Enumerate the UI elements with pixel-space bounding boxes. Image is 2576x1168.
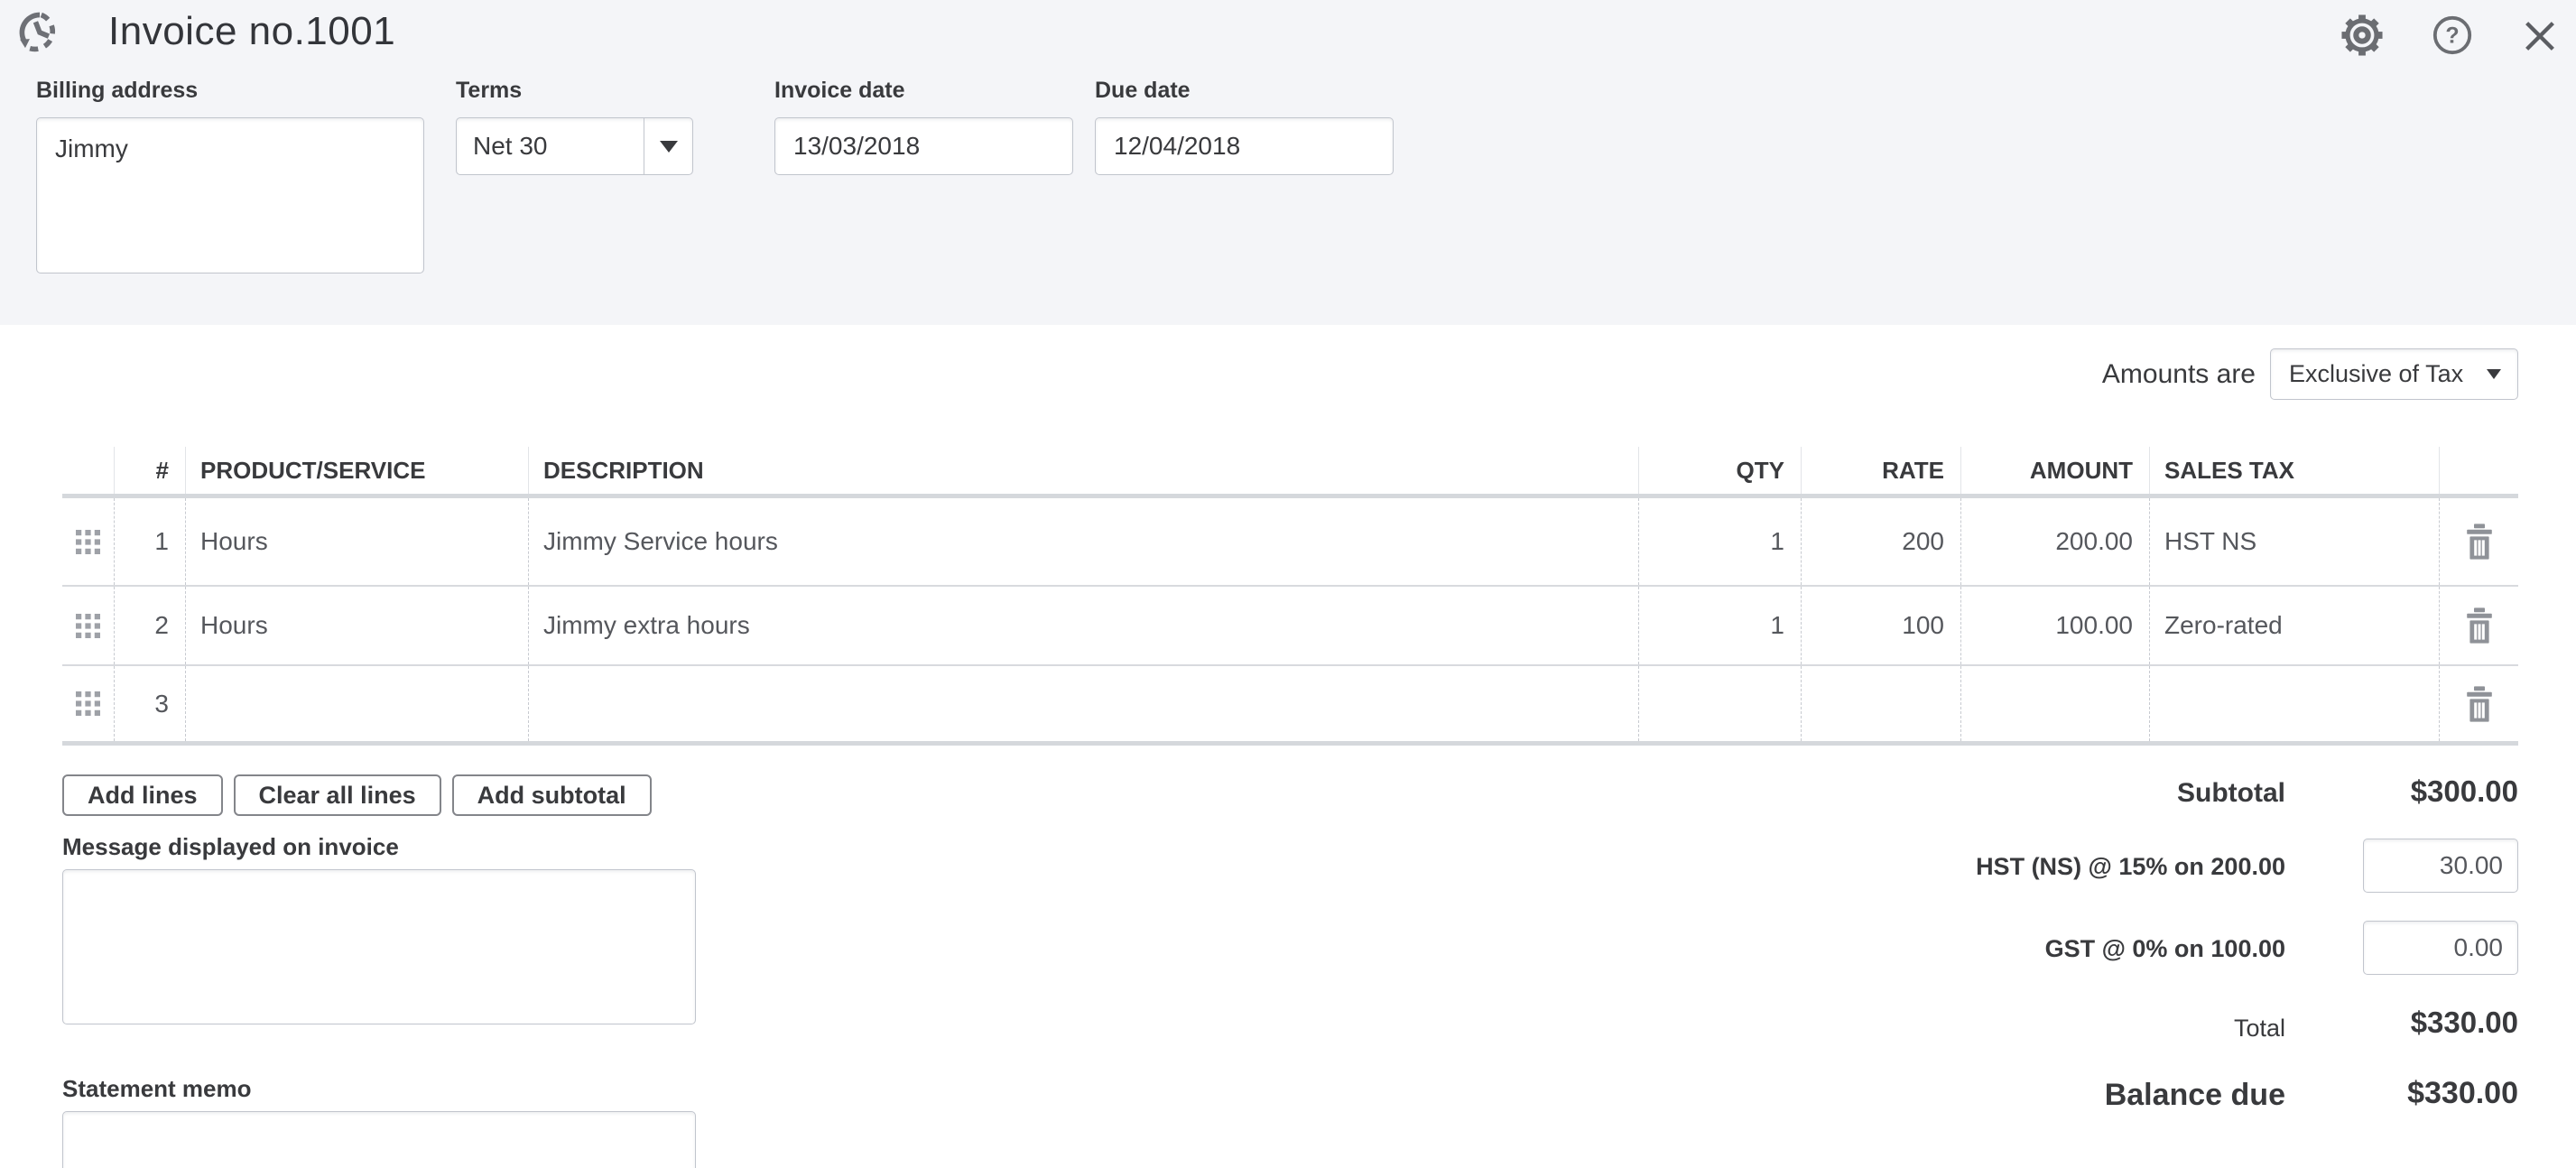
total-value: $330.00: [2411, 1006, 2518, 1040]
trash-icon: [2464, 686, 2495, 722]
svg-text:?: ?: [2445, 23, 2459, 48]
cell-line-number: 1: [115, 498, 186, 585]
subtotal-label: Subtotal: [2177, 778, 2285, 809]
cell-amount[interactable]: 200.00: [1961, 498, 2150, 585]
amounts-are-select[interactable]: Exclusive of Tax: [2270, 348, 2518, 400]
table-actions: Add lines Clear all lines Add subtotal: [62, 774, 652, 816]
terms-select[interactable]: Net 30: [456, 117, 693, 175]
column-header-description: DESCRIPTION: [529, 447, 1639, 494]
cell-rate[interactable]: 200: [1802, 498, 1961, 585]
column-header-amount: AMOUNT: [1961, 447, 2150, 494]
invoice-header-section: Invoice no.1001 ?: [0, 0, 2576, 325]
delete-line-button[interactable]: [2440, 666, 2518, 741]
cell-description[interactable]: Jimmy extra hours: [529, 587, 1639, 664]
amounts-are-row: Amounts are Exclusive of Tax: [2102, 348, 2518, 400]
delete-line-button[interactable]: [2440, 587, 2518, 664]
cell-product-service[interactable]: [186, 666, 529, 741]
close-icon: [2519, 15, 2561, 57]
cell-line-number: 2: [115, 587, 186, 664]
table-row: 1 Hours Jimmy Service hours 1 200 200.00…: [62, 498, 2518, 587]
table-row: 2 Hours Jimmy extra hours 1 100 100.00 Z…: [62, 587, 2518, 666]
cell-description[interactable]: Jimmy Service hours: [529, 498, 1639, 585]
table-row: 3: [62, 666, 2518, 746]
help-button[interactable]: ?: [2430, 13, 2475, 58]
amounts-are-selected-value: Exclusive of Tax: [2271, 360, 2487, 388]
terms-selected-value: Net 30: [457, 132, 644, 161]
message-label: Message displayed on invoice: [62, 833, 399, 861]
column-header-product: PRODUCT/SERVICE: [186, 447, 529, 494]
due-date-input[interactable]: [1095, 117, 1394, 175]
cell-sales-tax[interactable]: [2150, 666, 2440, 741]
trash-icon: [2464, 607, 2495, 644]
column-header-sales-tax: SALES TAX: [2150, 447, 2440, 494]
row-drag-handle[interactable]: [62, 587, 115, 664]
column-header-num: #: [115, 447, 186, 494]
clear-all-lines-button[interactable]: Clear all lines: [234, 774, 441, 816]
chevron-down-icon: [660, 141, 678, 153]
cell-rate[interactable]: 100: [1802, 587, 1961, 664]
recent-transactions-button[interactable]: [14, 7, 65, 58]
cell-sales-tax[interactable]: Zero-rated: [2150, 587, 2440, 664]
cell-product-service[interactable]: Hours: [186, 587, 529, 664]
message-field[interactable]: [62, 869, 696, 1024]
cell-sales-tax[interactable]: HST NS: [2150, 498, 2440, 585]
delete-line-button[interactable]: [2440, 498, 2518, 585]
billing-address-label: Billing address: [36, 78, 198, 104]
balance-due-label: Balance due: [2105, 1078, 2285, 1113]
trash-icon: [2464, 524, 2495, 560]
row-drag-handle[interactable]: [62, 666, 115, 741]
statement-memo-label: Statement memo: [62, 1075, 252, 1103]
cell-line-number: 3: [115, 666, 186, 741]
statement-memo-field[interactable]: [62, 1111, 696, 1168]
close-button[interactable]: [2518, 14, 2562, 58]
cell-rate[interactable]: [1802, 666, 1961, 741]
balance-due-value: $330.00: [2407, 1076, 2518, 1111]
gst-amount-input[interactable]: [2363, 921, 2518, 975]
cell-product-service[interactable]: Hours: [186, 498, 529, 585]
terms-dropdown-arrow[interactable]: [644, 118, 692, 174]
history-clock-icon: [16, 9, 63, 56]
cell-qty[interactable]: 1: [1639, 587, 1802, 664]
cell-qty[interactable]: [1639, 666, 1802, 741]
column-header-qty: QTY: [1639, 447, 1802, 494]
billing-address-field[interactable]: Jimmy: [36, 117, 424, 273]
help-icon: ?: [2431, 14, 2474, 57]
row-drag-handle[interactable]: [62, 498, 115, 585]
add-subtotal-button[interactable]: Add subtotal: [452, 774, 652, 816]
drag-grip-icon: [76, 530, 100, 554]
invoice-date-input[interactable]: [774, 117, 1073, 175]
amounts-are-label: Amounts are: [2102, 359, 2256, 390]
trash-column-header: [2440, 447, 2518, 494]
total-label: Total: [2234, 1015, 2285, 1043]
hst-amount-input[interactable]: [2363, 839, 2518, 893]
due-date-label: Due date: [1095, 78, 1191, 104]
drag-grip-icon: [76, 691, 100, 716]
drag-column-header: [62, 447, 115, 494]
cell-amount[interactable]: [1961, 666, 2150, 741]
add-lines-button[interactable]: Add lines: [62, 774, 223, 816]
settings-button[interactable]: [2338, 11, 2386, 60]
cell-amount[interactable]: 100.00: [1961, 587, 2150, 664]
chevron-down-icon: [2487, 369, 2501, 379]
table-header-row: # PRODUCT/SERVICE DESCRIPTION QTY RATE A…: [62, 447, 2518, 498]
page-title: Invoice no.1001: [108, 9, 395, 54]
line-items-table: # PRODUCT/SERVICE DESCRIPTION QTY RATE A…: [62, 447, 2518, 746]
cell-description[interactable]: [529, 666, 1639, 741]
gst-tax-label: GST @ 0% on 100.00: [2045, 935, 2285, 963]
drag-grip-icon: [76, 614, 100, 638]
hst-tax-label: HST (NS) @ 15% on 200.00: [1976, 853, 2285, 881]
cell-qty[interactable]: 1: [1639, 498, 1802, 585]
invoice-form: Invoice no.1001 ?: [0, 0, 2576, 1168]
column-header-rate: RATE: [1802, 447, 1961, 494]
gear-icon: [2339, 12, 2386, 59]
terms-label: Terms: [456, 78, 522, 104]
subtotal-value: $300.00: [2411, 774, 2518, 809]
invoice-date-label: Invoice date: [774, 78, 905, 104]
